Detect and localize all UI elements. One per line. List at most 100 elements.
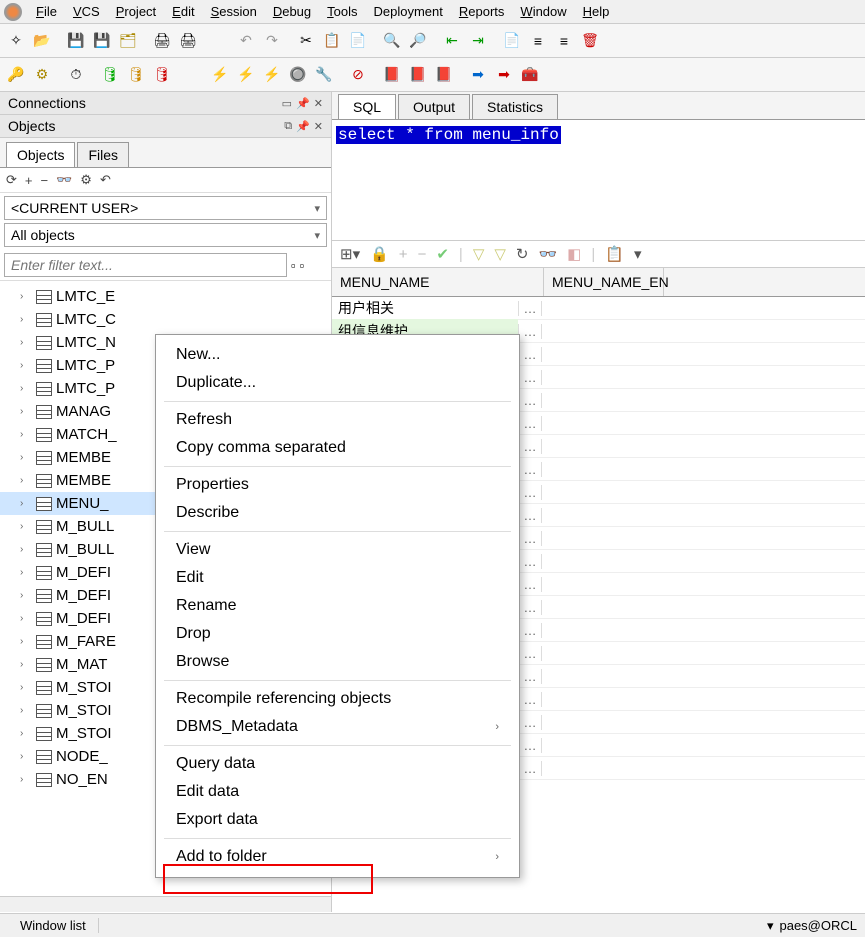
tab-output[interactable]: Output [398, 94, 470, 119]
tb-db3-icon[interactable]: 🛢 [150, 63, 174, 87]
ctx-rename[interactable]: Rename [156, 592, 519, 620]
tb-findlist-icon[interactable]: 🔎 [406, 29, 430, 53]
menu-session[interactable]: Session [203, 2, 265, 21]
cell-ellipsis-button[interactable]: … [518, 508, 542, 523]
tab-files[interactable]: Files [77, 142, 129, 167]
tb-saveall-icon[interactable]: 💾 [90, 29, 114, 53]
cell-ellipsis-button[interactable]: … [518, 554, 542, 569]
panel-pin2-icon[interactable]: 📌 [296, 120, 310, 133]
tb-printlist-icon[interactable]: 🖨 [176, 29, 200, 53]
ctx-add-to-folder[interactable]: Add to folder› [156, 843, 519, 871]
current-user-combo[interactable]: <CURRENT USER> ▾ [4, 196, 327, 220]
filter-input[interactable] [4, 253, 287, 277]
tb-clock-icon[interactable]: ⏱ [64, 63, 88, 87]
col-menu-name-en[interactable]: MENU_NAME_EN [544, 268, 664, 296]
cell-ellipsis-button[interactable]: … [518, 439, 542, 454]
panel-restore-icon[interactable]: ⧉ [284, 120, 292, 133]
menu-vcs[interactable]: VCS [65, 2, 108, 21]
ctx-query-data[interactable]: Query data [156, 750, 519, 778]
tb-export-icon[interactable]: ⇥ [466, 29, 490, 53]
cell-ellipsis-button[interactable]: … [518, 347, 542, 362]
ctx-properties[interactable]: Properties [156, 471, 519, 499]
cell-ellipsis-button[interactable]: … [518, 416, 542, 431]
menu-reports[interactable]: Reports [451, 2, 513, 21]
menu-help[interactable]: Help [575, 2, 618, 21]
ctx-refresh[interactable]: Refresh [156, 406, 519, 434]
cell-ellipsis-button[interactable]: … [518, 715, 542, 730]
tb-outdent-icon[interactable]: ≡ [552, 29, 576, 53]
ctx-recompile-referencing-objects[interactable]: Recompile referencing objects [156, 685, 519, 713]
tb-gear-icon[interactable]: ⚙ [30, 63, 54, 87]
obj-gear-icon[interactable]: ⚙ [80, 172, 92, 188]
tree-hscroll[interactable] [0, 896, 331, 912]
cell-ellipsis-button[interactable]: … [518, 485, 542, 500]
ctx-duplicate-[interactable]: Duplicate... [156, 369, 519, 397]
menu-edit[interactable]: Edit [164, 2, 202, 21]
binoc-icon[interactable]: 👓 [538, 245, 557, 263]
panel-dock-icon[interactable]: ▭ [282, 97, 292, 110]
cell-ellipsis-button[interactable]: … [518, 301, 542, 316]
menu-deployment[interactable]: Deployment [366, 2, 451, 21]
minus-icon[interactable]: − [418, 246, 427, 263]
tb-save-icon[interactable]: 💾 [64, 29, 88, 53]
tree-item[interactable]: ›LMTC_E [0, 285, 331, 308]
cell-ellipsis-button[interactable]: … [518, 370, 542, 385]
cell-ellipsis-button[interactable]: … [518, 623, 542, 638]
panel-close2-icon[interactable]: ✕ [314, 120, 323, 133]
filter-btn2-icon[interactable]: ▫ [300, 258, 305, 273]
tb-cancel-icon[interactable]: ⊘ [346, 63, 370, 87]
cell-ellipsis-button[interactable]: … [518, 600, 542, 615]
tb-cut-icon[interactable]: ✂ [294, 29, 318, 53]
lock-icon[interactable]: 🔒 [370, 245, 389, 263]
filter1-icon[interactable]: ▽ [473, 245, 485, 263]
cell-ellipsis-button[interactable]: … [518, 462, 542, 477]
ctx-edit[interactable]: Edit [156, 564, 519, 592]
plus-icon[interactable]: + [399, 246, 408, 263]
tb-arrow-red-icon[interactable]: ➡ [492, 63, 516, 87]
ctx-export-data[interactable]: Export data [156, 806, 519, 834]
tb-wrench-icon[interactable]: 🔧 [312, 63, 336, 87]
cell-ellipsis-button[interactable]: … [518, 577, 542, 592]
obj-refresh-icon[interactable]: ⟳ [6, 172, 17, 188]
tb-doc-icon[interactable]: 📄 [500, 29, 524, 53]
cell-ellipsis-button[interactable]: … [518, 738, 542, 753]
menu-window[interactable]: Window [512, 2, 574, 21]
panel-pin-icon[interactable]: 📌 [296, 97, 310, 110]
obj-minus-icon[interactable]: − [41, 173, 49, 188]
grid-icon[interactable]: ⊞▾ [340, 245, 360, 263]
table-row[interactable]: 用户相关… [332, 297, 865, 320]
tb-copy-icon[interactable]: 📋 [320, 29, 344, 53]
cell-ellipsis-button[interactable]: … [518, 761, 542, 776]
menu-debug[interactable]: Debug [265, 2, 319, 21]
context-menu[interactable]: New...Duplicate...RefreshCopy comma sepa… [155, 334, 520, 878]
cell-ellipsis-button[interactable]: … [518, 324, 542, 339]
obj-find-icon[interactable]: 👓 [56, 172, 72, 188]
tb-arrow-blue-icon[interactable]: ➡ [466, 63, 490, 87]
tb-break-icon[interactable]: ⚡ [260, 63, 284, 87]
status-connection-dd-icon[interactable]: ▾ [767, 918, 774, 934]
filter-btn-icon[interactable]: ▫ [291, 258, 296, 273]
tb-undo-icon[interactable]: ↶ [234, 29, 258, 53]
ctx-view[interactable]: View [156, 536, 519, 564]
cell-ellipsis-button[interactable]: … [518, 669, 542, 684]
tb-key-icon[interactable]: 🔑 [4, 63, 28, 87]
check-icon[interactable]: ✔ [436, 245, 449, 263]
cell-ellipsis-button[interactable]: … [518, 531, 542, 546]
tb-import-icon[interactable]: ⇤ [440, 29, 464, 53]
all-objects-combo[interactable]: All objects ▾ [4, 223, 327, 247]
tb-db1-icon[interactable]: 🛢 [98, 63, 122, 87]
tb-db2-icon[interactable]: 🛢 [124, 63, 148, 87]
tb-paste-icon[interactable]: 📄 [346, 29, 370, 53]
ctx-drop[interactable]: Drop [156, 620, 519, 648]
menu-tools[interactable]: Tools [319, 2, 365, 21]
tb-savestack-icon[interactable]: 🗂 [116, 29, 140, 53]
menu-project[interactable]: Project [108, 2, 164, 21]
tb-print-icon[interactable]: 🖨 [150, 29, 174, 53]
col-menu-name[interactable]: MENU_NAME [332, 268, 544, 296]
tb-book3-icon[interactable]: 📕 [432, 63, 456, 87]
ctx-copy-comma-separated[interactable]: Copy comma separated [156, 434, 519, 462]
tb-find-icon[interactable]: 🔍 [380, 29, 404, 53]
tb-open-icon[interactable]: 📂 [30, 29, 54, 53]
cell-ellipsis-button[interactable]: … [518, 692, 542, 707]
tb-new-icon[interactable]: ✧ [4, 29, 28, 53]
